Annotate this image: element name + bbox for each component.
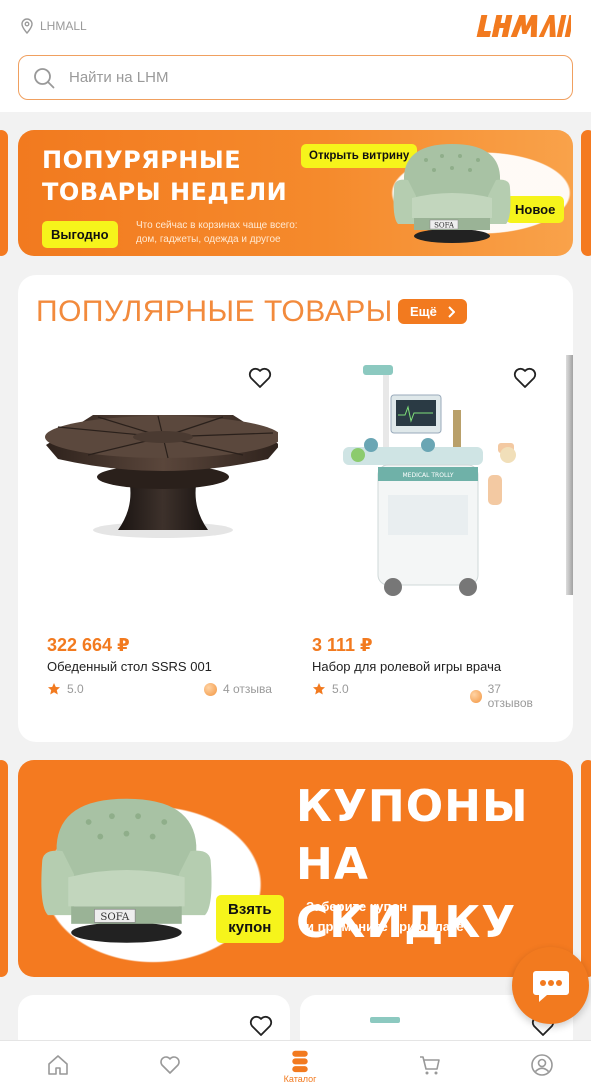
product-rating: 5.0 — [47, 682, 84, 696]
bottom-navigation: Каталог — [0, 1040, 591, 1083]
product-rating: 5.0 — [312, 682, 349, 696]
product-reviews[interactable]: 4 отзыва — [204, 682, 272, 696]
cart-icon — [420, 1056, 440, 1075]
product-price: 322 664 ₽ — [47, 635, 130, 655]
favorite-heart-icon[interactable] — [247, 365, 273, 391]
favorite-heart-icon[interactable] — [512, 365, 538, 391]
favorite-heart-icon[interactable] — [248, 1013, 274, 1039]
armchair-image: SOFA — [41, 798, 212, 943]
armchair-image: SOFA — [393, 144, 511, 243]
home-icon — [48, 1055, 68, 1075]
product-image — [370, 1017, 400, 1023]
more-button[interactable]: Ещё — [398, 299, 467, 324]
nav-cart[interactable] — [410, 1053, 450, 1077]
nav-home[interactable] — [38, 1053, 78, 1077]
reviews-icon — [470, 689, 482, 703]
product-name[interactable]: Обеденный стол SSRS 001 — [47, 659, 212, 674]
nav-catalog-label: Каталог — [283, 1074, 317, 1083]
sofa-label: SOFA — [434, 222, 455, 230]
nav-profile[interactable] — [522, 1053, 562, 1077]
product-reviews[interactable]: 37 отзывов — [470, 682, 543, 710]
take-coupon-button[interactable]: Взять купон — [216, 895, 284, 943]
search-bar[interactable] — [18, 55, 573, 100]
popular-products-section: ПОПУЛЯРНЫЕ ТОВАРЫ Ещё 322 664 ₽ Обеденны — [18, 275, 573, 742]
star-icon — [48, 683, 60, 695]
logo-mark-icon — [476, 15, 575, 37]
catalog-icon — [292, 1050, 308, 1073]
more-label: Ещё — [410, 304, 437, 319]
coupon-banner[interactable]: SOFA КУПОНЫ НА СКИДКУ Взять купон Забери… — [18, 760, 573, 977]
location-label: LHMALL — [40, 19, 87, 33]
product-price: 3 111 ₽ — [312, 635, 373, 655]
reviews-icon — [204, 682, 217, 696]
nav-favorites[interactable] — [150, 1053, 190, 1077]
chevron-right-icon — [448, 305, 455, 318]
product-card[interactable]: MEDICAL TROLLY 3 111 ₽ Набор для ролевой… — [283, 355, 543, 715]
product-image-table — [45, 415, 278, 538]
location-pin-icon — [21, 18, 33, 34]
weekly-popular-banner[interactable]: ПОПУРЯРНЫЕ ТОВАРЫ НЕДЕЛИ Выгодно Открыть… — [18, 130, 573, 256]
prev-banner-peek[interactable] — [0, 130, 8, 256]
product-card[interactable]: 322 664 ₽ Обеденный стол SSRS 001 5.0 4 … — [18, 355, 278, 715]
chat-button[interactable] — [512, 947, 589, 1024]
search-input[interactable] — [69, 69, 539, 86]
heart-icon — [160, 1056, 180, 1074]
sofa-label: SOFA — [100, 912, 129, 923]
svg-text:MEDICAL TROLLY: MEDICAL TROLLY — [402, 472, 453, 479]
nav-catalog[interactable]: Каталог — [280, 1049, 320, 1083]
chat-bubble-icon — [532, 970, 569, 1002]
next-banner-peek[interactable] — [581, 760, 591, 977]
lhmall-logo[interactable] — [476, 12, 575, 50]
product-name[interactable]: Набор для ролевой игры врача — [312, 659, 501, 674]
profitable-tag: Выгодно — [42, 221, 118, 248]
header: LHMALL — [0, 0, 591, 112]
location-selector[interactable]: LHMALL — [20, 18, 87, 34]
prev-banner-peek[interactable] — [0, 760, 8, 977]
profile-icon — [531, 1054, 553, 1076]
next-product-peek[interactable] — [566, 355, 573, 595]
search-icon — [34, 67, 55, 88]
banner-subtitle: Что сейчас в корзинах чаще всего: дом, г… — [136, 220, 298, 245]
banner-title: ПОПУРЯРНЫЕ ТОВАРЫ НЕДЕЛИ — [42, 146, 288, 206]
coupon-subtitle: Заберите купон и примените при оплате — [306, 899, 464, 934]
product-image-medical-trolley: MEDICAL TROLLY — [343, 365, 516, 596]
section-title: ПОПУЛЯРНЫЕ ТОВАРЫ — [36, 295, 393, 328]
star-icon — [313, 683, 325, 695]
next-banner-peek[interactable] — [581, 130, 591, 256]
